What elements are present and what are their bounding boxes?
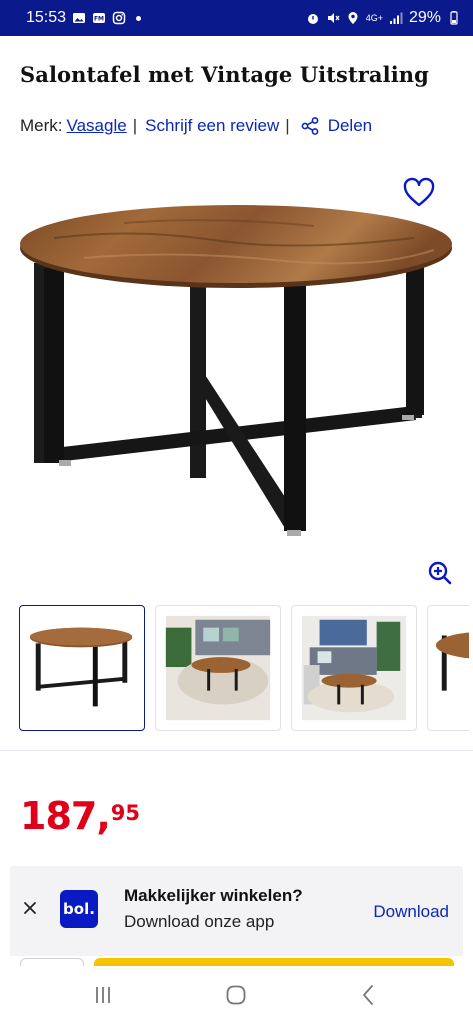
status-bar: 15:53 FM 4G+ 29%	[0, 0, 473, 36]
thumbnail-4[interactable]	[427, 605, 469, 731]
photo-icon	[72, 11, 86, 25]
price-comma: ,	[96, 794, 111, 838]
bol-logo: bol.	[60, 890, 98, 928]
fm-icon: FM	[92, 11, 106, 25]
signal-icon	[389, 11, 403, 25]
thumbnail-2[interactable]	[155, 605, 281, 731]
alarm-icon	[306, 11, 320, 25]
home-icon	[226, 985, 246, 1005]
product-meta: Merk: Vasagle | Schrijf een review | Del…	[20, 116, 372, 136]
back-icon	[363, 985, 373, 1005]
product-main-image[interactable]	[14, 168, 459, 558]
notification-dot	[136, 15, 142, 21]
price-cents: 95	[110, 801, 140, 825]
back-button[interactable]	[354, 980, 384, 1010]
battery-percent: 29%	[408, 9, 441, 26]
svg-text:FM: FM	[94, 16, 104, 23]
price-euros: 187	[20, 794, 97, 838]
brand-link[interactable]: Vasagle	[67, 116, 127, 136]
banner-subtext: Download onze app	[124, 912, 275, 931]
brand-label: Merk:	[20, 116, 63, 135]
recents-icon	[96, 987, 110, 1003]
write-review-link[interactable]: Schrijf een review	[145, 116, 279, 136]
instagram-icon	[112, 11, 126, 25]
thumbnail-3[interactable]	[291, 605, 417, 731]
location-icon	[346, 11, 360, 25]
product-price: 187 , 95	[20, 796, 140, 836]
app-download-banner: bol. Makkelijker winkelen? Download onze…	[10, 866, 463, 956]
share-button[interactable]: Delen	[300, 116, 372, 136]
thumbnail-strip[interactable]	[19, 605, 469, 733]
banner-heading: Makkelijker winkelen?	[124, 886, 303, 905]
network-type: 4G+	[365, 13, 383, 23]
mute-icon	[326, 11, 340, 25]
recents-button[interactable]	[88, 980, 118, 1010]
close-icon[interactable]	[22, 900, 38, 916]
meta-separator: |	[285, 116, 290, 135]
share-icon	[301, 117, 319, 135]
share-label: Delen	[327, 116, 373, 135]
heart-icon[interactable]	[402, 176, 436, 210]
zoom-in-icon[interactable]	[427, 560, 453, 586]
section-divider	[0, 750, 473, 751]
status-time: 15:53	[26, 9, 67, 26]
home-button[interactable]	[221, 980, 251, 1010]
battery-icon	[447, 11, 461, 25]
system-nav-bar	[0, 966, 473, 1024]
add-to-cart-button[interactable]	[94, 958, 454, 966]
thumbnail-1[interactable]	[19, 605, 145, 731]
product-title: Salontafel met Vintage Uitstraling	[20, 62, 429, 87]
meta-separator: |	[132, 116, 138, 135]
download-app-button[interactable]: Download	[373, 902, 449, 922]
